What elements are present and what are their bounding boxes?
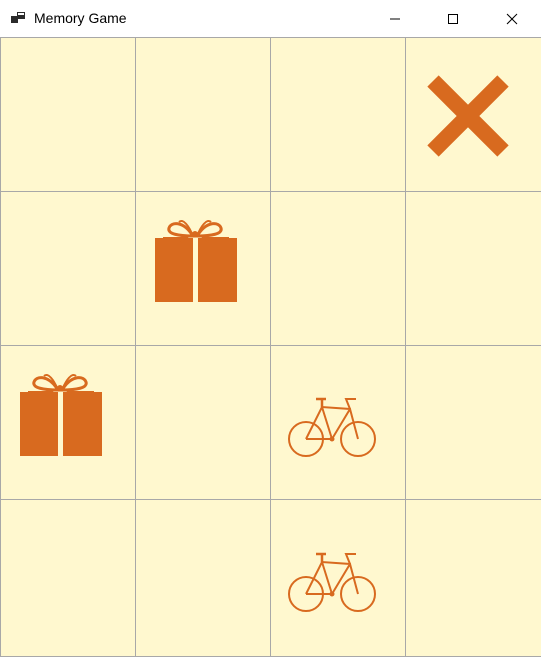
maximize-icon [448,13,458,24]
card-r1-c3[interactable] [270,37,405,191]
card-r4-c4[interactable] [405,499,541,657]
card-r4-c1[interactable] [0,499,135,657]
card-r2-c1[interactable] [0,191,135,345]
card-r1-c1[interactable] [0,37,135,191]
grid-line-horizontal [0,499,541,500]
card-r2-c2[interactable] [135,191,270,345]
minimize-button[interactable] [372,0,418,37]
card-r4-c3[interactable] [270,499,405,657]
minimize-icon [390,18,400,19]
board-border [0,37,541,38]
card-r1-c4[interactable] [405,37,541,191]
board-border [0,37,1,657]
close-button[interactable] [489,0,535,37]
bicycle-icon [288,397,376,457]
card-r3-c1[interactable] [0,345,135,499]
maximize-button[interactable] [430,0,476,37]
grid-line-vertical [135,37,136,657]
grid-line-horizontal [0,345,541,346]
grid-line-vertical [270,37,271,657]
gift-icon [20,374,102,456]
window-title: Memory Game [34,10,127,26]
game-board [0,37,541,657]
close-icon [506,13,518,24]
title-bar[interactable]: Memory Game [0,0,541,37]
card-r3-c3[interactable] [270,345,405,499]
gift-icon [155,220,237,302]
bicycle-icon [288,552,376,612]
card-r3-c4[interactable] [405,345,541,499]
memory-game-window: Memory Game [0,0,541,657]
app-window-icon [11,12,25,23]
card-r2-c4[interactable] [405,191,541,345]
card-r3-c2[interactable] [135,345,270,499]
x-mark-icon [427,75,509,157]
card-r4-c2[interactable] [135,499,270,657]
card-r1-c2[interactable] [135,37,270,191]
card-r2-c3[interactable] [270,191,405,345]
grid-line-vertical [405,37,406,657]
